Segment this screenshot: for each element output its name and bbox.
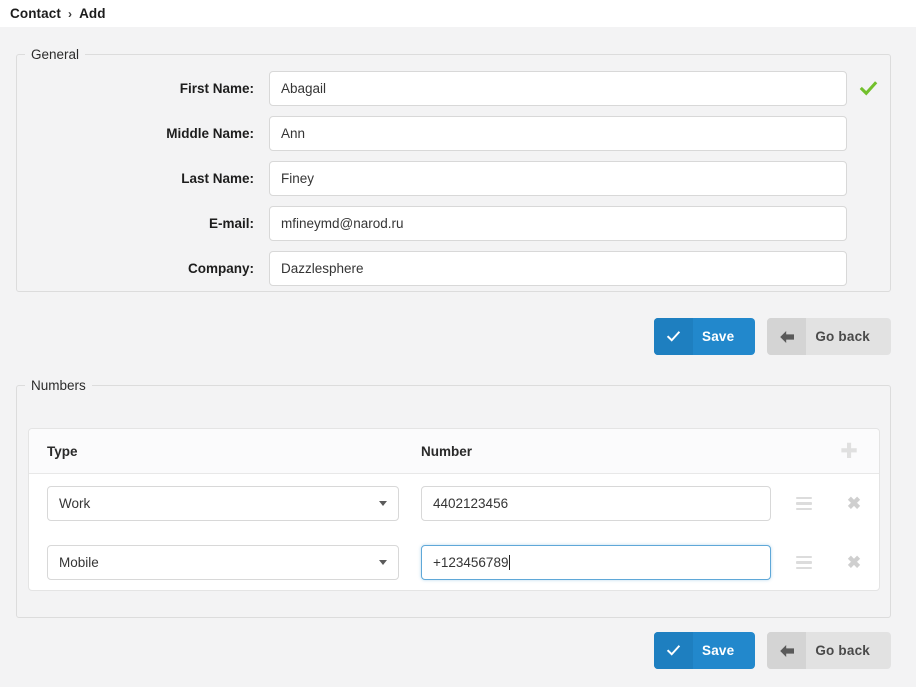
last-name-input[interactable] <box>269 161 847 196</box>
column-header-number: Number <box>421 443 473 459</box>
breadcrumb-root-label: Contact <box>10 6 61 21</box>
tab-strip: Contact › Add <box>0 0 916 27</box>
column-header-type: Type <box>47 443 78 459</box>
chevron-right-icon: › <box>67 6 73 21</box>
general-legend: General <box>31 47 80 62</box>
form-row-email: E-mail: <box>17 201 890 246</box>
save-button-bottom[interactable]: Save <box>653 632 756 669</box>
go-back-button-label: Go back <box>815 643 870 658</box>
go-back-button-top[interactable]: Go back <box>767 318 891 355</box>
check-icon <box>653 318 693 355</box>
number-type-select-wrap: Work <box>47 486 399 521</box>
company-label: Company: <box>187 261 254 276</box>
save-button-top[interactable]: Save <box>653 318 756 355</box>
number-type-select-wrap: Mobile <box>47 545 399 580</box>
numbers-fieldset: Numbers Type Number ✚ Work 4402123456 ✖ … <box>16 378 891 618</box>
middle-name-input[interactable] <box>269 116 847 151</box>
number-type-select[interactable]: Work <box>47 486 399 521</box>
general-fieldset: General First Name: Middle Name: Last Na… <box>16 47 891 292</box>
first-name-label: First Name: <box>179 81 254 96</box>
drag-handle-button[interactable] <box>779 486 829 521</box>
general-actions-bar: Save Go back <box>16 318 891 355</box>
number-type-value: Work <box>59 496 91 511</box>
text-cursor <box>509 555 511 570</box>
drag-handle-icon <box>796 494 812 514</box>
table-row: Work 4402123456 ✖ <box>29 474 879 533</box>
breadcrumb-tab-contact-add[interactable]: Contact › Add <box>0 0 119 27</box>
plus-icon: ✚ <box>840 439 858 463</box>
numbers-legend: Numbers <box>31 378 86 393</box>
row-actions: ✖ <box>779 545 879 580</box>
number-type-value: Mobile <box>59 555 99 570</box>
go-back-button-label: Go back <box>815 329 870 344</box>
check-icon <box>858 79 878 99</box>
last-name-label: Last Name: <box>181 171 254 186</box>
form-row-middle-name: Middle Name: <box>17 111 890 156</box>
number-input-value: +123456789 <box>433 555 509 570</box>
page-body: General First Name: Middle Name: Last Na… <box>0 27 916 687</box>
numbers-actions-bar: Save Go back <box>16 632 891 669</box>
form-row-first-name: First Name: <box>17 66 890 111</box>
form-row-company: Company: <box>17 246 890 291</box>
save-button-label: Save <box>701 329 735 344</box>
numbers-table-header: Type Number ✚ <box>29 429 879 474</box>
number-input-value: 4402123456 <box>433 496 509 511</box>
number-input[interactable]: +123456789 <box>421 545 771 580</box>
delete-row-button[interactable]: ✖ <box>829 545 879 580</box>
close-icon: ✖ <box>846 553 862 572</box>
drag-handle-button[interactable] <box>779 545 829 580</box>
check-icon <box>653 632 693 669</box>
close-icon: ✖ <box>846 494 862 513</box>
number-type-select[interactable]: Mobile <box>47 545 399 580</box>
arrow-left-icon <box>767 632 807 669</box>
table-row: Mobile +123456789 ✖ <box>29 533 879 592</box>
delete-row-button[interactable]: ✖ <box>829 486 879 521</box>
save-button-label: Save <box>701 643 735 658</box>
email-input[interactable] <box>269 206 847 241</box>
row-actions: ✖ <box>779 486 879 521</box>
company-input[interactable] <box>269 251 847 286</box>
add-number-button[interactable]: ✚ <box>819 441 879 462</box>
first-name-input[interactable] <box>269 71 847 106</box>
email-label: E-mail: <box>208 216 254 231</box>
arrow-left-icon <box>767 318 807 355</box>
drag-handle-icon <box>796 553 812 573</box>
number-input[interactable]: 4402123456 <box>421 486 771 521</box>
breadcrumb-leaf-label: Add <box>79 6 106 21</box>
form-row-last-name: Last Name: <box>17 156 890 201</box>
middle-name-label: Middle Name: <box>166 126 254 141</box>
numbers-table: Type Number ✚ Work 4402123456 ✖ Mobile +… <box>28 428 880 591</box>
go-back-button-bottom[interactable]: Go back <box>767 632 891 669</box>
